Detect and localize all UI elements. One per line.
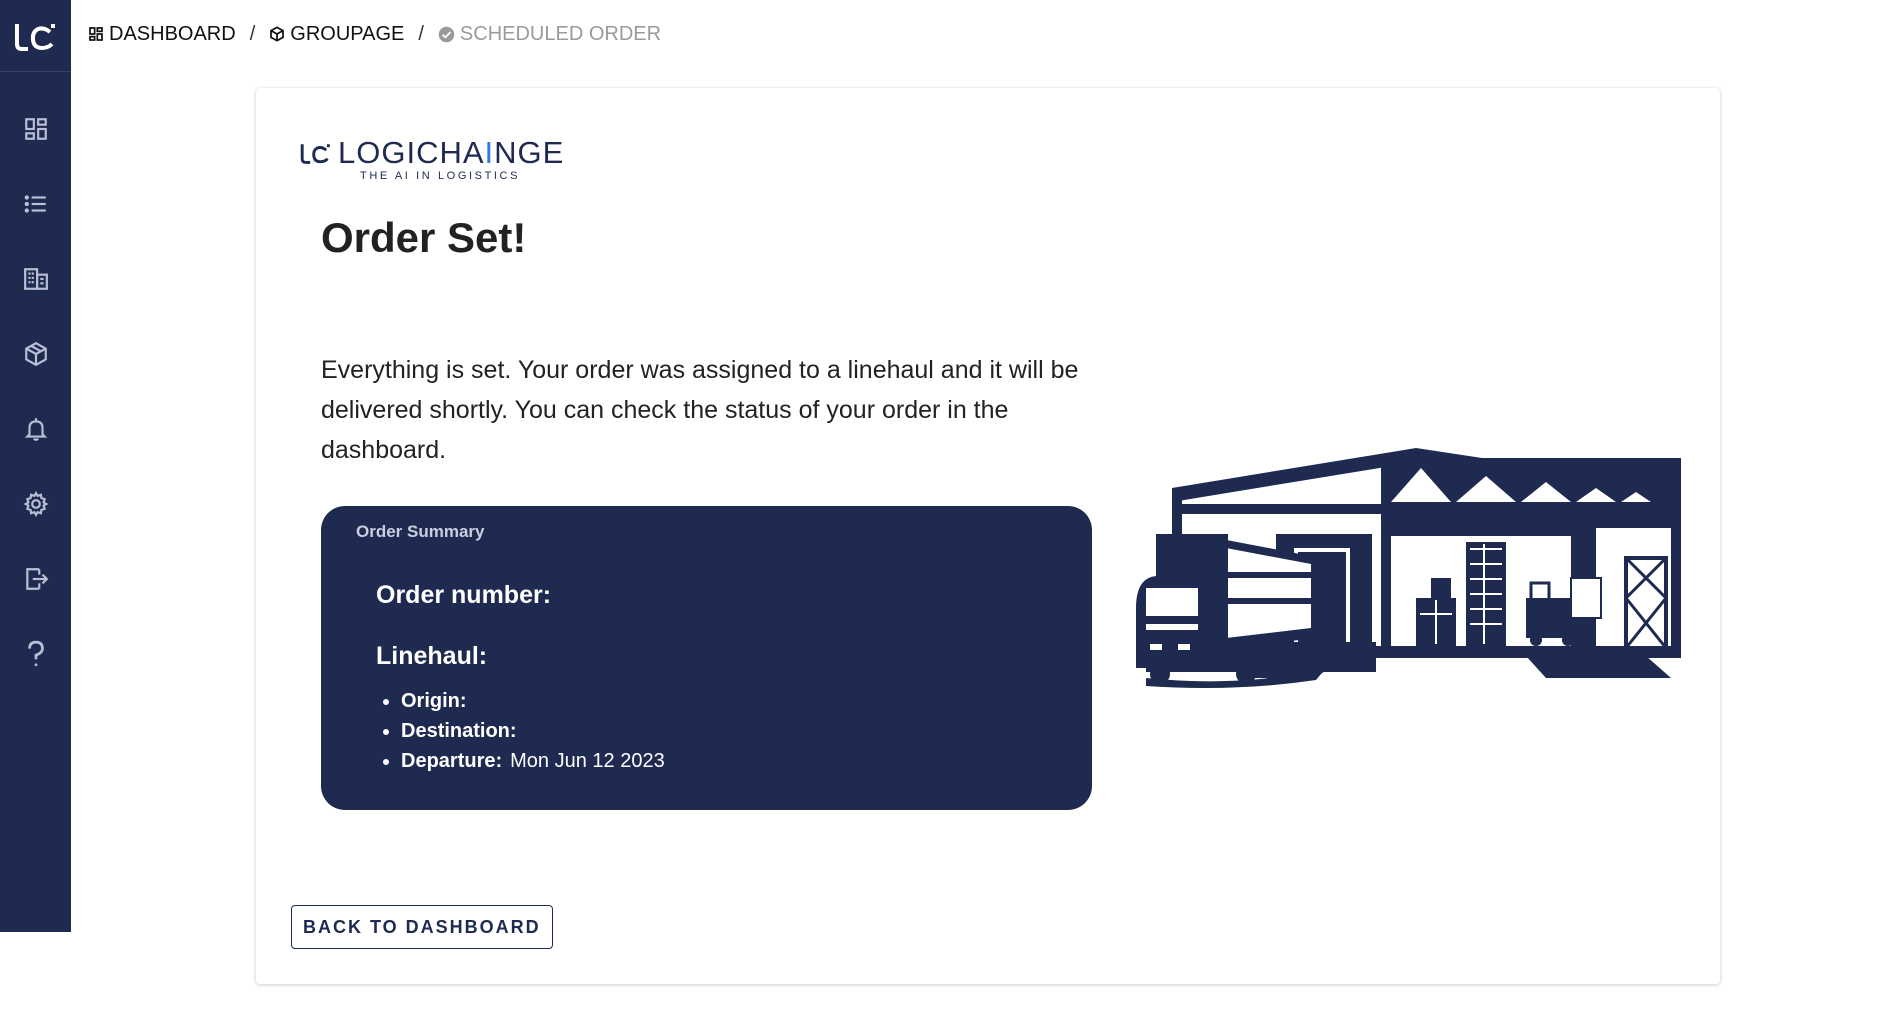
dashboard-icon xyxy=(89,27,103,41)
order-confirmation-card: LOGICHAINGE THE AI IN LOGISTICS Order Se… xyxy=(256,88,1720,984)
linehaul-details: Origin: Destination: Departure: Mon Jun 1… xyxy=(376,686,665,776)
breadcrumb-groupage[interactable]: GROUPAGE xyxy=(269,23,404,46)
package-icon xyxy=(270,26,285,42)
help-icon xyxy=(27,640,44,666)
breadcrumb-scheduled-order: SCHEDULED ORDER xyxy=(438,23,661,46)
warehouse-truck-illustration xyxy=(1136,448,1681,688)
breadcrumb-label: DASHBOARD xyxy=(109,22,236,45)
brand-tagline: THE AI IN LOGISTICS xyxy=(360,170,521,182)
destination-label: Destination: xyxy=(401,720,517,742)
package-icon xyxy=(24,341,47,366)
sidebar-item-settings[interactable] xyxy=(0,466,71,541)
breadcrumb-label: GROUPAGE xyxy=(290,22,405,45)
back-to-dashboard-button[interactable]: BACK TO DASHBOARD xyxy=(291,905,553,949)
sidebar xyxy=(0,0,71,932)
bell-icon xyxy=(24,417,47,441)
app-logo[interactable] xyxy=(0,0,71,72)
order-summary-label: Order Summary xyxy=(356,522,485,541)
breadcrumb-label: SCHEDULED ORDER xyxy=(459,22,662,45)
breadcrumb-separator: / xyxy=(418,22,424,45)
logo-icon xyxy=(300,144,330,164)
sidebar-item-dashboard[interactable] xyxy=(0,91,71,166)
origin-label: Origin: xyxy=(401,690,467,712)
gear-icon xyxy=(23,490,48,517)
check-circle-icon xyxy=(438,26,455,42)
sidebar-item-groupage[interactable] xyxy=(0,316,71,391)
warehouse-icon xyxy=(23,267,48,290)
order-summary-panel: Order Summary Order number: Linehaul: Or… xyxy=(321,506,1092,810)
sidebar-item-logout[interactable] xyxy=(0,541,71,616)
departure-value: Mon Jun 12 2023 xyxy=(510,750,665,772)
sidebar-item-warehouse[interactable] xyxy=(0,241,71,316)
sidebar-item-help[interactable] xyxy=(0,616,71,691)
page-title: Order Set! xyxy=(321,214,527,261)
confirmation-message: Everything is set. Your order was assign… xyxy=(321,356,1079,464)
destination-item: Destination: xyxy=(401,716,665,746)
departure-item: Departure: Mon Jun 12 2023 xyxy=(401,746,665,776)
sidebar-item-notifications[interactable] xyxy=(0,391,71,466)
list-icon xyxy=(24,194,46,213)
order-number-label: Order number: xyxy=(376,581,552,609)
breadcrumb-separator: / xyxy=(249,22,256,45)
dashboard-icon xyxy=(24,117,47,140)
linehaul-label: Linehaul: xyxy=(376,642,488,670)
logo-icon xyxy=(14,23,55,51)
breadcrumb-dashboard[interactable]: DASHBOARD xyxy=(88,23,236,46)
departure-label: Departure: xyxy=(401,750,503,772)
origin-item: Origin: xyxy=(401,686,665,716)
brand-name: LOGICHAINGE xyxy=(338,135,565,170)
breadcrumb: DASHBOARD / GROUPAGE / SCHEDULED ORDER xyxy=(88,20,661,48)
brand-logo: LOGICHAINGE THE AI IN LOGISTICS xyxy=(300,135,565,182)
sidebar-item-list[interactable] xyxy=(0,166,71,241)
logout-icon xyxy=(25,567,48,590)
